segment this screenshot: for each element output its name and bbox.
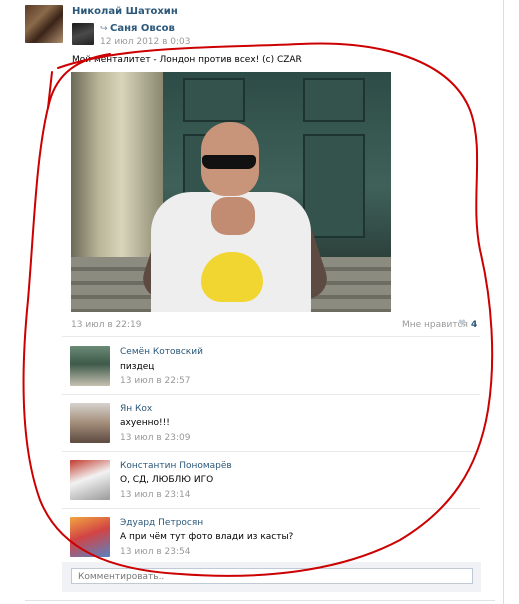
comment-input[interactable]: Комментировать.. <box>71 568 473 584</box>
comment-author-link[interactable]: Ян Кох <box>120 404 152 414</box>
comment-date[interactable]: 13 июл в 23:09 <box>120 433 190 443</box>
comment-text: О, СД, ЛЮБЛЮ ИГО <box>120 475 214 485</box>
poster-avatar[interactable] <box>25 5 63 43</box>
divider <box>62 508 480 509</box>
comment-date[interactable]: 13 июл в 23:54 <box>120 547 190 557</box>
divider <box>62 451 480 452</box>
comment-avatar[interactable] <box>70 517 110 557</box>
poster-name-link[interactable]: Николай Шатохин <box>72 6 178 17</box>
post-text: Мой менталитет - Лондон против всех! (с)… <box>72 55 302 65</box>
comment-avatar[interactable] <box>70 403 110 443</box>
divider <box>62 336 480 337</box>
photo-sunglasses <box>202 155 256 169</box>
repost-author-link[interactable]: Саня Овсов <box>110 23 175 34</box>
comment-author-link[interactable]: Константин Пономарёв <box>120 461 232 471</box>
photo-hands <box>211 197 255 235</box>
comment-text: А при чём тут фото влади из касты? <box>120 532 294 542</box>
page-border <box>503 0 504 604</box>
repost-author-avatar[interactable] <box>72 23 94 45</box>
repost-date[interactable]: 12 июл 2012 в 0:03 <box>100 37 191 47</box>
comment-avatar[interactable] <box>70 460 110 500</box>
comment-text: ахуенно!!! <box>120 418 170 428</box>
comment-date[interactable]: 13 июл в 23:14 <box>120 490 190 500</box>
photo-smiley <box>201 252 263 302</box>
comment-date[interactable]: 13 июл в 22:57 <box>120 376 190 386</box>
post-photo[interactable] <box>71 72 391 312</box>
comment-author-link[interactable]: Эдуард Петросян <box>120 518 203 528</box>
comment-author-link[interactable]: Семён Котовский <box>120 347 203 357</box>
comment-avatar[interactable] <box>70 346 110 386</box>
repost-icon: ↪ <box>100 24 108 34</box>
divider <box>62 394 480 395</box>
heart-icon[interactable]: ♥ <box>458 319 466 329</box>
red-circle-tail <box>47 71 53 109</box>
like-count[interactable]: 4 <box>471 320 477 330</box>
post-date[interactable]: 13 июл в 22:19 <box>71 320 141 330</box>
divider <box>25 600 495 601</box>
comment-text: пиздец <box>120 362 155 372</box>
